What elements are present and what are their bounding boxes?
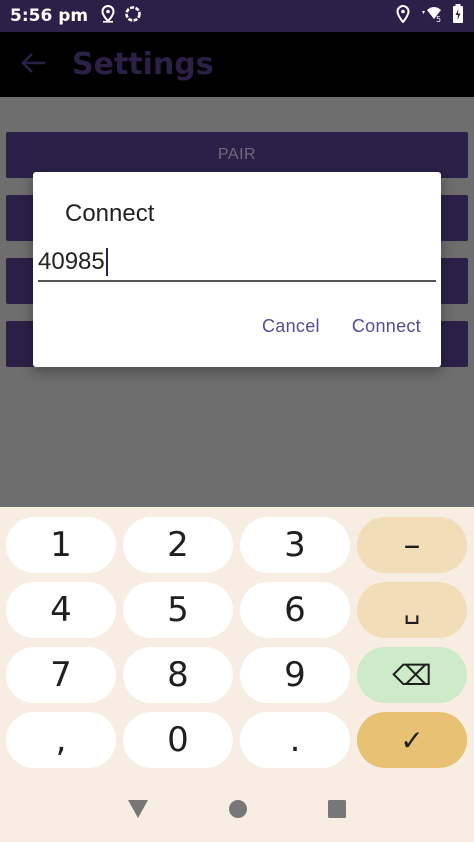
dialog-title: Connect [65,200,155,227]
back-arrow-icon [20,52,46,77]
key-1[interactable]: 1 [6,517,116,573]
status-left-icons [100,4,142,27]
recents-square-icon[interactable] [327,799,347,823]
status-right-icons: 5 [396,4,464,28]
wifi-badge: 5 [436,15,441,23]
status-time: 5:56 pm [10,6,89,26]
key-3[interactable]: 3 [240,517,350,573]
key-2[interactable]: 2 [123,517,233,573]
connect-dialog: Connect 40985 Cancel Connect [33,172,441,367]
key-9[interactable]: 9 [240,647,350,703]
home-circle-icon[interactable] [228,799,248,823]
key-6[interactable]: 6 [240,582,350,638]
key-7[interactable]: 7 [6,647,116,703]
battery-icon [452,4,464,28]
key-0[interactable]: 0 [123,712,233,768]
wifi-icon: 5 [418,5,444,27]
back-button[interactable] [0,32,66,97]
page-title: Settings [72,47,214,82]
key-8[interactable]: 8 [123,647,233,703]
enter-key[interactable]: ✓ [357,712,467,768]
sync-ring-icon [124,5,142,27]
key-period[interactable]: . [240,712,350,768]
key-comma[interactable]: , [6,712,116,768]
key-minus[interactable]: – [357,517,467,573]
key-space[interactable]: ␣ [357,582,467,638]
location-icon [396,4,410,27]
connect-input[interactable]: 40985 [38,244,436,282]
connect-button[interactable]: Connect [352,316,421,337]
back-triangle-icon[interactable] [127,799,149,823]
connect-input-value: 40985 [38,248,105,275]
dialog-actions: Cancel Connect [262,316,421,337]
key-5[interactable]: 5 [123,582,233,638]
backspace-key[interactable]: ⌫ [357,647,467,703]
key-4[interactable]: 4 [6,582,116,638]
navigation-bar [0,780,474,842]
app-bar: Settings [0,32,474,97]
location-icon [100,4,116,27]
cancel-button[interactable]: Cancel [262,316,320,337]
text-caret [105,248,108,276]
status-bar: 5:56 pm 5 [0,0,474,32]
